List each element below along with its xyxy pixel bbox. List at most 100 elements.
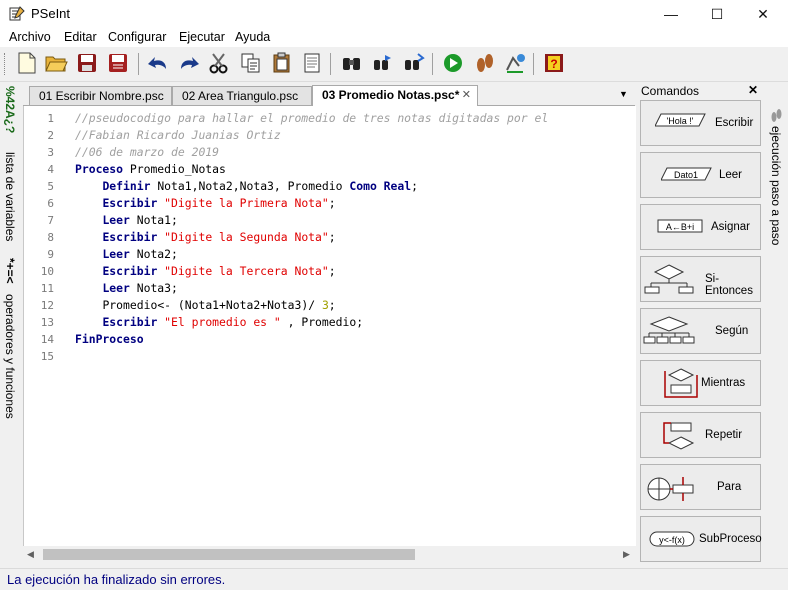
svg-text:Dato1: Dato1 [674, 170, 698, 180]
operators-symbols: *+=< [3, 258, 17, 284]
command-escribir-button[interactable]: 'Hola !' Escribir [640, 100, 761, 146]
scroll-left-icon[interactable]: ◀ [27, 549, 34, 560]
new-file-icon[interactable] [14, 50, 40, 76]
commands-title: Comandos [641, 84, 700, 98]
tab-escribir-nombre[interactable]: 01 Escribir Nombre.psc [29, 86, 172, 105]
variables-symbols: %42A¿? [3, 86, 17, 134]
command-label: Escribir [715, 117, 754, 129]
command-repetir-button[interactable]: Repetir [640, 412, 761, 458]
tab-promedio-notas[interactable]: 03 Promedio Notas.psc* ✕ [312, 85, 478, 106]
command-mientras-button[interactable]: Mientras [640, 360, 761, 406]
edit-icon[interactable] [299, 50, 325, 76]
asignar-icon: A←B+i [657, 217, 703, 238]
command-subproceso-button[interactable]: y<-f(x) SubProceso [640, 516, 762, 562]
line-number: 5 [47, 180, 54, 193]
maximize-icon: ☐ [710, 5, 724, 22]
toolbar-separator [138, 53, 139, 75]
tab-list-dropdown-icon[interactable]: ▼ [619, 89, 628, 99]
code-line[interactable]: //pseudocodigo para hallar el promedio d… [75, 110, 548, 127]
line-number: 10 [40, 265, 54, 278]
code-line[interactable]: Leer Nota1; [75, 212, 177, 229]
close-icon: ✕ [757, 5, 769, 22]
code-line[interactable]: //Fabian Ricardo Juanias Ortiz [75, 127, 281, 144]
save-as-icon[interactable] [105, 50, 131, 76]
scroll-right-icon[interactable]: ▶ [623, 549, 630, 560]
pseint-app-icon [8, 5, 26, 23]
run-icon[interactable] [440, 50, 466, 76]
save-icon[interactable] [74, 50, 100, 76]
command-label: Mientras [701, 377, 746, 389]
help-icon[interactable]: ? [541, 50, 567, 76]
scrollbar-thumb[interactable] [43, 549, 415, 560]
tab-area-triangulo[interactable]: 02 Area Triangulo.psc [172, 86, 312, 105]
code-editor[interactable]: 1 2 3 4 5 6 7 8 9 10 11 12 13 14 15 //pseudocodigo par… [23, 106, 636, 546]
line-number: 14 [40, 333, 54, 346]
si-entonces-icon [643, 263, 695, 302]
undo-icon[interactable] [145, 50, 171, 76]
command-leer-button[interactable]: Dato1 Leer [640, 152, 761, 198]
debug-icon[interactable] [502, 50, 528, 76]
code-line[interactable]: Escribir "El promedio es " , Promedio; [75, 314, 363, 331]
code-line[interactable]: Escribir "Digite la Primera Nota"; [75, 195, 335, 212]
code-line[interactable]: Leer Nota2; [75, 246, 177, 263]
code-line[interactable]: Escribir "Digite la Segunda Nota"; [75, 229, 335, 246]
step-by-step-icon[interactable] [472, 50, 498, 76]
code-line[interactable]: Escribir "Digite la Tercera Nota"; [75, 263, 335, 280]
open-folder-icon[interactable] [43, 50, 69, 76]
code-line[interactable]: Definir Nota1,Nota2,Nota3, Promedio Como… [75, 178, 418, 195]
close-tab-icon[interactable]: ✕ [462, 86, 471, 104]
menu-bar: Archivo Editar Configurar Ejecutar Ayuda [0, 28, 788, 47]
footsteps-icon [770, 108, 782, 127]
menu-editar[interactable]: Editar [64, 30, 97, 44]
command-label: Si-Entonces [705, 273, 753, 297]
tab-label: 02 Area Triangulo.psc [182, 89, 299, 103]
line-number: 13 [40, 316, 54, 329]
menu-ayuda[interactable]: Ayuda [235, 30, 270, 44]
svg-text:?: ? [550, 57, 557, 71]
menu-archivo[interactable]: Archivo [9, 30, 51, 44]
window-title: PSeInt [31, 6, 71, 21]
right-side-panel-tabs: ejecución paso a paso [766, 82, 788, 566]
command-seg-n-button[interactable]: Según [640, 308, 761, 354]
command-asignar-button[interactable]: A←B+i Asignar [640, 204, 761, 250]
svg-text:'Hola !': 'Hola !' [667, 116, 694, 126]
variables-list-tab[interactable]: lista de variables [3, 152, 17, 241]
find-icon[interactable] [339, 50, 365, 76]
left-side-panel-tabs: %42A¿? lista de variables *+=< operadore… [0, 82, 22, 569]
minimize-icon: — [664, 6, 678, 22]
toolbar-grip [4, 53, 8, 75]
command-label: Asignar [711, 221, 750, 233]
command-si-entonces-button[interactable]: Si-Entonces [640, 256, 761, 302]
operators-functions-tab[interactable]: operadores y funciones [3, 294, 17, 419]
maximize-button[interactable]: ☐ [694, 0, 740, 28]
close-button[interactable]: ✕ [740, 0, 786, 28]
code-line[interactable]: Leer Nota3; [75, 280, 177, 297]
para-icon [645, 471, 697, 510]
segun-icon [643, 315, 695, 354]
replace-icon[interactable] [401, 50, 427, 76]
step-by-step-tab[interactable]: ejecución paso a paso [769, 126, 783, 245]
subproceso-icon: y<-f(x) [649, 529, 695, 552]
mientras-icon [661, 367, 701, 406]
commands-panel: Comandos ✕ 'Hola !' Escribir Dato1 Leer A←B+… [637, 82, 765, 566]
menu-ejecutar[interactable]: Ejecutar [179, 30, 225, 44]
redo-icon[interactable] [176, 50, 202, 76]
command-label: Según [715, 325, 749, 337]
find-next-icon[interactable] [370, 50, 396, 76]
code-line[interactable]: Proceso Promedio_Notas [75, 161, 226, 178]
close-panel-icon[interactable]: ✕ [748, 83, 758, 97]
tab-label: 03 Promedio Notas.psc* [322, 88, 460, 102]
line-number: 6 [47, 197, 54, 210]
command-para-button[interactable]: Para [640, 464, 761, 510]
tab-label: 01 Escribir Nombre.psc [39, 89, 164, 103]
cut-icon[interactable] [206, 50, 232, 76]
horizontal-scrollbar[interactable]: ◀ ▶ [23, 546, 635, 563]
minimize-button[interactable]: — [648, 0, 694, 28]
menu-configurar[interactable]: Configurar [108, 30, 166, 44]
code-line[interactable]: Promedio<- (Nota1+Nota2+Nota3)/ 3; [75, 297, 335, 314]
line-number: 8 [47, 231, 54, 244]
code-line[interactable]: //06 de marzo de 2019 [75, 144, 219, 161]
paste-icon[interactable] [269, 50, 295, 76]
copy-icon[interactable] [238, 50, 264, 76]
code-line[interactable]: FinProceso [75, 331, 144, 348]
